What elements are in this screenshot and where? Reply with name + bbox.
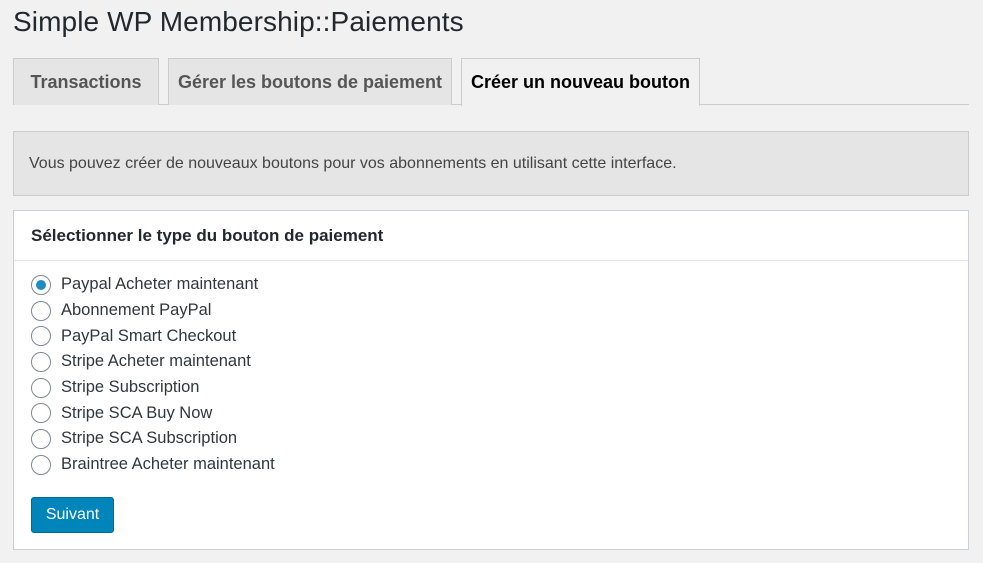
radio-label: Stripe Subscription bbox=[61, 378, 200, 397]
radio-option-stripe-buy-now[interactable]: Stripe Acheter maintenant bbox=[31, 349, 275, 375]
radio-label: PayPal Smart Checkout bbox=[61, 326, 237, 345]
radio-label: Abonnement PayPal bbox=[61, 301, 212, 320]
info-notice: Vous pouvez créer de nouveaux boutons po… bbox=[13, 131, 969, 196]
radio-button[interactable] bbox=[31, 326, 51, 347]
tab-transactions[interactable]: Transactions bbox=[13, 58, 159, 105]
radio-button[interactable] bbox=[31, 351, 51, 372]
radio-button[interactable] bbox=[31, 377, 51, 398]
radio-button[interactable] bbox=[31, 300, 51, 321]
button-type-panel: Sélectionner le type du bouton de paieme… bbox=[13, 210, 969, 550]
radio-button-checked[interactable] bbox=[31, 274, 51, 295]
radio-button[interactable] bbox=[31, 428, 51, 449]
tab-manage-payment-buttons[interactable]: Gérer les boutons de paiement bbox=[168, 58, 452, 105]
next-button[interactable]: Suivant bbox=[31, 497, 114, 533]
radio-option-paypal-buy-now[interactable]: Paypal Acheter maintenant bbox=[31, 272, 275, 298]
page-title: Simple WP Membership::Paiements bbox=[13, 6, 464, 37]
panel-title: Sélectionner le type du bouton de paieme… bbox=[31, 225, 384, 245]
radio-option-paypal-smart-checkout[interactable]: PayPal Smart Checkout bbox=[31, 323, 275, 349]
radio-option-braintree-buy-now[interactable]: Braintree Acheter maintenant bbox=[31, 452, 275, 478]
radio-label: Paypal Acheter maintenant bbox=[61, 275, 259, 294]
radio-label: Stripe Acheter maintenant bbox=[61, 352, 251, 371]
radio-button[interactable] bbox=[31, 403, 51, 424]
radio-option-stripe-sca-subscription[interactable]: Stripe SCA Subscription bbox=[31, 426, 275, 452]
tab-create-new-button[interactable]: Créer un nouveau bouton bbox=[461, 58, 700, 106]
radio-label: Braintree Acheter maintenant bbox=[61, 455, 275, 474]
radio-button[interactable] bbox=[31, 454, 51, 475]
radio-label: Stripe SCA Buy Now bbox=[61, 403, 213, 422]
radio-option-paypal-subscription[interactable]: Abonnement PayPal bbox=[31, 298, 275, 324]
nav-tabs: Transactions Gérer les boutons de paieme… bbox=[13, 58, 969, 106]
button-type-radio-group: Paypal Acheter maintenant Abonnement Pay… bbox=[31, 272, 275, 478]
radio-option-stripe-subscription[interactable]: Stripe Subscription bbox=[31, 375, 275, 401]
radio-label: Stripe SCA Subscription bbox=[61, 429, 238, 448]
notice-text: Vous pouvez créer de nouveaux boutons po… bbox=[29, 154, 677, 172]
radio-option-stripe-sca-buy-now[interactable]: Stripe SCA Buy Now bbox=[31, 400, 275, 426]
panel-header: Sélectionner le type du bouton de paieme… bbox=[14, 211, 968, 261]
